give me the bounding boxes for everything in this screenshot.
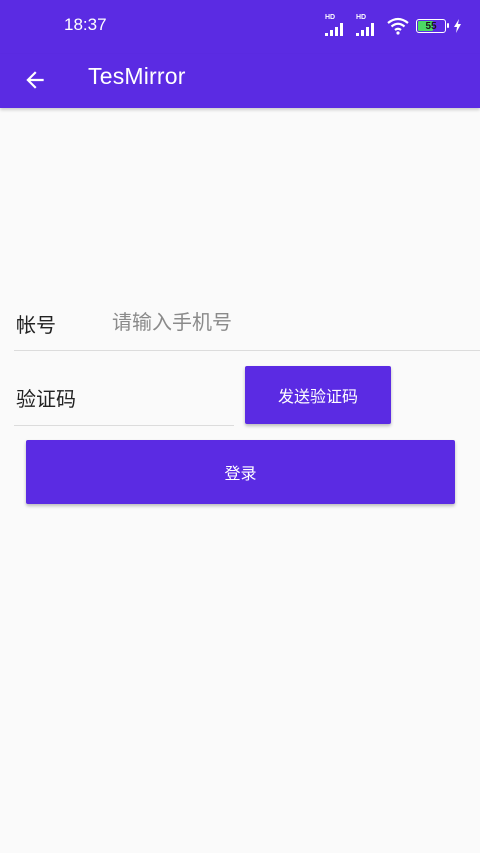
verification-code-row: 验证码 <box>14 366 234 426</box>
phone-input[interactable] <box>112 302 472 342</box>
charging-icon <box>454 19 461 33</box>
signal-hd-label: HD <box>356 14 367 21</box>
wifi-icon <box>387 17 409 35</box>
send-code-button[interactable]: 发送验证码 <box>245 366 391 424</box>
status-time: 18:37 <box>64 15 107 34</box>
signal-icon: HD <box>356 14 380 36</box>
battery-level: 55 <box>425 20 437 32</box>
app-bar: TesMirror <box>0 54 480 108</box>
verification-code-input[interactable] <box>94 376 229 416</box>
verification-code-label: 验证码 <box>16 387 76 411</box>
app-title: TesMirror <box>88 63 186 89</box>
account-label: 帐号 <box>16 313 56 337</box>
status-icons: HD HD 55 <box>325 14 462 37</box>
account-row: 帐号 <box>14 296 480 351</box>
login-button[interactable]: 登录 <box>26 440 455 504</box>
signal-hd-label: HD <box>325 14 336 21</box>
arrow-back-icon[interactable] <box>22 67 48 93</box>
battery-icon: 55 <box>416 19 449 33</box>
status-bar: 18:37 HD HD 55 <box>0 0 480 54</box>
signal-icon: HD <box>325 14 349 36</box>
